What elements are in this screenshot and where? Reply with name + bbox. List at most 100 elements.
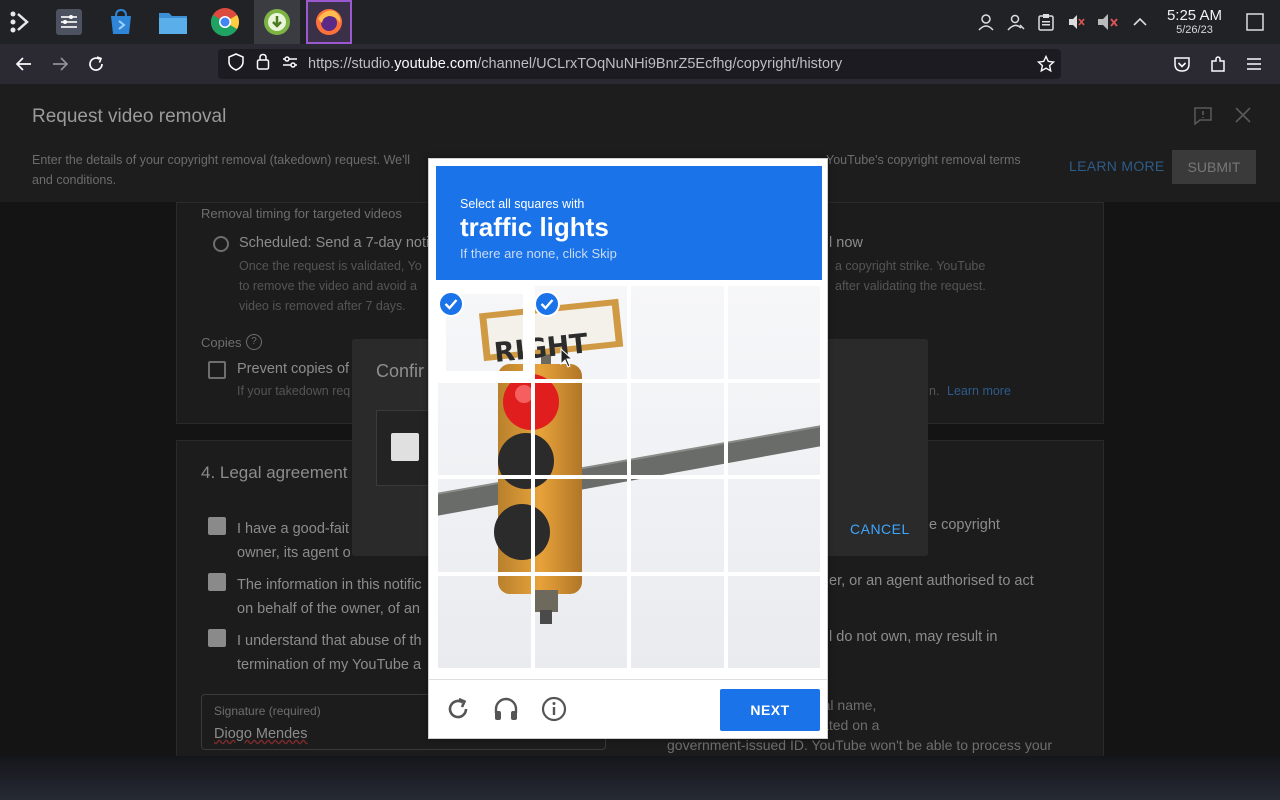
removal-timing-label: Removal timing for targeted videos <box>201 206 402 221</box>
menu-icon[interactable] <box>1236 44 1272 84</box>
scheduled-option-description: Once the request is validated, Yo to rem… <box>239 256 422 316</box>
store-icon[interactable] <box>98 0 144 44</box>
clipboard-icon[interactable] <box>1033 0 1059 44</box>
clock-date: 5/26/23 <box>1176 24 1213 36</box>
legal-checkbox-1[interactable] <box>208 517 226 535</box>
captcha-footer: NEXT <box>429 679 827 739</box>
permissions-icon[interactable] <box>282 55 298 74</box>
tile-selected-check-icon <box>438 291 464 317</box>
legal-statement-1-right: e copyright <box>929 517 1000 533</box>
legal-2b: on behalf of the owner, of an <box>237 601 420 617</box>
file-manager-icon[interactable] <box>150 0 196 44</box>
browser-toolbar: https://studio.youtube.com/channel/UCLrx… <box>0 44 1280 84</box>
learn-more-link[interactable]: Learn more <box>947 384 1011 398</box>
captcha-target: traffic lights <box>460 212 609 242</box>
chrome-icon[interactable] <box>202 0 248 44</box>
captcha-tile-4[interactable] <box>436 380 533 477</box>
signature-value: Diogo Mendes <box>214 726 308 742</box>
legal-statement-3-right: l do not own, may result in <box>829 629 998 645</box>
download-manager-icon[interactable] <box>254 0 300 44</box>
accounts-icon[interactable] <box>1003 0 1029 44</box>
legal-1a: I have a good-fait <box>237 521 350 537</box>
prevent-copies-description-right: n. <box>929 384 940 398</box>
prevent-copies-label: Prevent copies of <box>237 361 350 377</box>
remove-now-option-label[interactable]: l now <box>829 235 863 251</box>
desktop-wallpaper-strip <box>0 756 1280 800</box>
url-text[interactable]: https://studio.youtube.com/channel/UCLrx… <box>308 56 842 72</box>
captcha-tile-2[interactable] <box>629 284 726 381</box>
page-description-line2: and conditions. <box>32 173 117 187</box>
legal-agreement-heading: 4. Legal agreement <box>201 463 348 482</box>
url-domain: youtube.com <box>394 56 478 72</box>
remove-now-desc-1: a copyright strike. YouTube <box>835 259 986 273</box>
chevron-up-icon[interactable] <box>1127 0 1153 44</box>
next-button[interactable]: NEXT <box>720 689 820 731</box>
app-launcher-icon[interactable] <box>0 0 40 44</box>
volume-muted-icon[interactable] <box>1063 0 1089 44</box>
back-button[interactable] <box>6 44 42 84</box>
captcha-tile-14[interactable] <box>629 573 726 670</box>
system-tray: 5:25 AM 5/26/23 <box>971 0 1280 44</box>
taskbar: 5:25 AM 5/26/23 <box>0 0 1280 44</box>
extensions-icon[interactable] <box>1200 44 1236 84</box>
captcha-tile-10[interactable] <box>629 477 726 574</box>
captcha-tile-7[interactable] <box>725 380 822 477</box>
scheduled-desc-3: video is removed after 7 days. <box>239 299 406 313</box>
show-desktop-icon[interactable] <box>1242 0 1268 44</box>
legal-1b: owner, its agent o <box>237 545 351 561</box>
user-icon[interactable] <box>973 0 999 44</box>
legal-3a: I understand that abuse of th <box>237 633 422 649</box>
legal-statement-2-right: er, or an agent authorised to act <box>829 573 1034 589</box>
url-prefix: https://studio. <box>308 56 395 72</box>
help-icon[interactable]: ? <box>246 334 262 350</box>
scheduled-desc-1: Once the request is validated, Yo <box>239 259 422 273</box>
captcha-challenge: Select all squares with traffic lights I… <box>428 158 828 739</box>
cancel-button[interactable]: CANCEL <box>850 521 910 537</box>
captcha-tile-8[interactable] <box>436 477 533 574</box>
captcha-tile-5[interactable] <box>532 380 629 477</box>
captcha-tile-15[interactable] <box>725 573 822 670</box>
mouse-cursor-icon <box>560 347 574 373</box>
reload-challenge-icon[interactable] <box>443 694 473 724</box>
shield-icon[interactable] <box>228 52 244 76</box>
lock-icon[interactable] <box>256 53 270 75</box>
reload-button[interactable] <box>78 44 114 84</box>
learn-more-button[interactable]: LEARN MORE <box>1069 158 1165 174</box>
signature-label: Signature (required) <box>214 704 321 718</box>
forward-button[interactable] <box>42 44 78 84</box>
bookmark-star-icon[interactable] <box>1036 54 1056 78</box>
info-icon[interactable] <box>539 694 569 724</box>
page-description: Enter the details of your copyright remo… <box>32 150 432 190</box>
firefox-icon[interactable] <box>306 0 352 44</box>
clock[interactable]: 5:25 AM 5/26/23 <box>1167 8 1222 36</box>
scheduled-option-label: Scheduled: Send a 7-day notic <box>239 235 437 251</box>
captcha-tile-3[interactable] <box>725 284 822 381</box>
captcha-image-grid: RIGHT <box>436 284 822 670</box>
url-bar[interactable]: https://studio.youtube.com/channel/UCLrx… <box>218 49 1061 79</box>
captcha-tile-11[interactable] <box>725 477 822 574</box>
captcha-header: Select all squares with traffic lights I… <box>436 166 822 280</box>
microphone-muted-icon[interactable] <box>1093 0 1123 44</box>
page-description-line1: Enter the details of your copyright remo… <box>32 153 411 167</box>
recaptcha-checkbox[interactable] <box>391 433 419 461</box>
tile-selected-check-icon <box>534 291 560 317</box>
scheduled-radio[interactable] <box>213 236 229 252</box>
settings-panel-icon[interactable] <box>46 0 92 44</box>
legal-statement-2: The information in this notific on behal… <box>237 573 422 621</box>
captcha-tile-6[interactable] <box>629 380 726 477</box>
captcha-tile-13[interactable] <box>532 573 629 670</box>
confirm-dialog-title: Confir <box>376 361 425 381</box>
pocket-icon[interactable] <box>1164 44 1200 84</box>
legal-3b: termination of my YouTube a <box>237 657 422 673</box>
audio-challenge-icon[interactable] <box>491 694 521 724</box>
close-icon[interactable] <box>1234 106 1252 129</box>
captcha-tile-12[interactable] <box>436 573 533 670</box>
remove-now-desc-2: after validating the request. <box>835 279 986 293</box>
feedback-icon[interactable] <box>1193 106 1213 131</box>
captcha-skip-hint: If there are none, click Skip <box>460 246 617 261</box>
prevent-copies-checkbox[interactable] <box>208 361 226 379</box>
captcha-tile-9[interactable] <box>532 477 629 574</box>
legal-checkbox-3[interactable] <box>208 629 226 647</box>
submit-button[interactable]: SUBMIT <box>1172 150 1256 184</box>
legal-checkbox-2[interactable] <box>208 573 226 591</box>
